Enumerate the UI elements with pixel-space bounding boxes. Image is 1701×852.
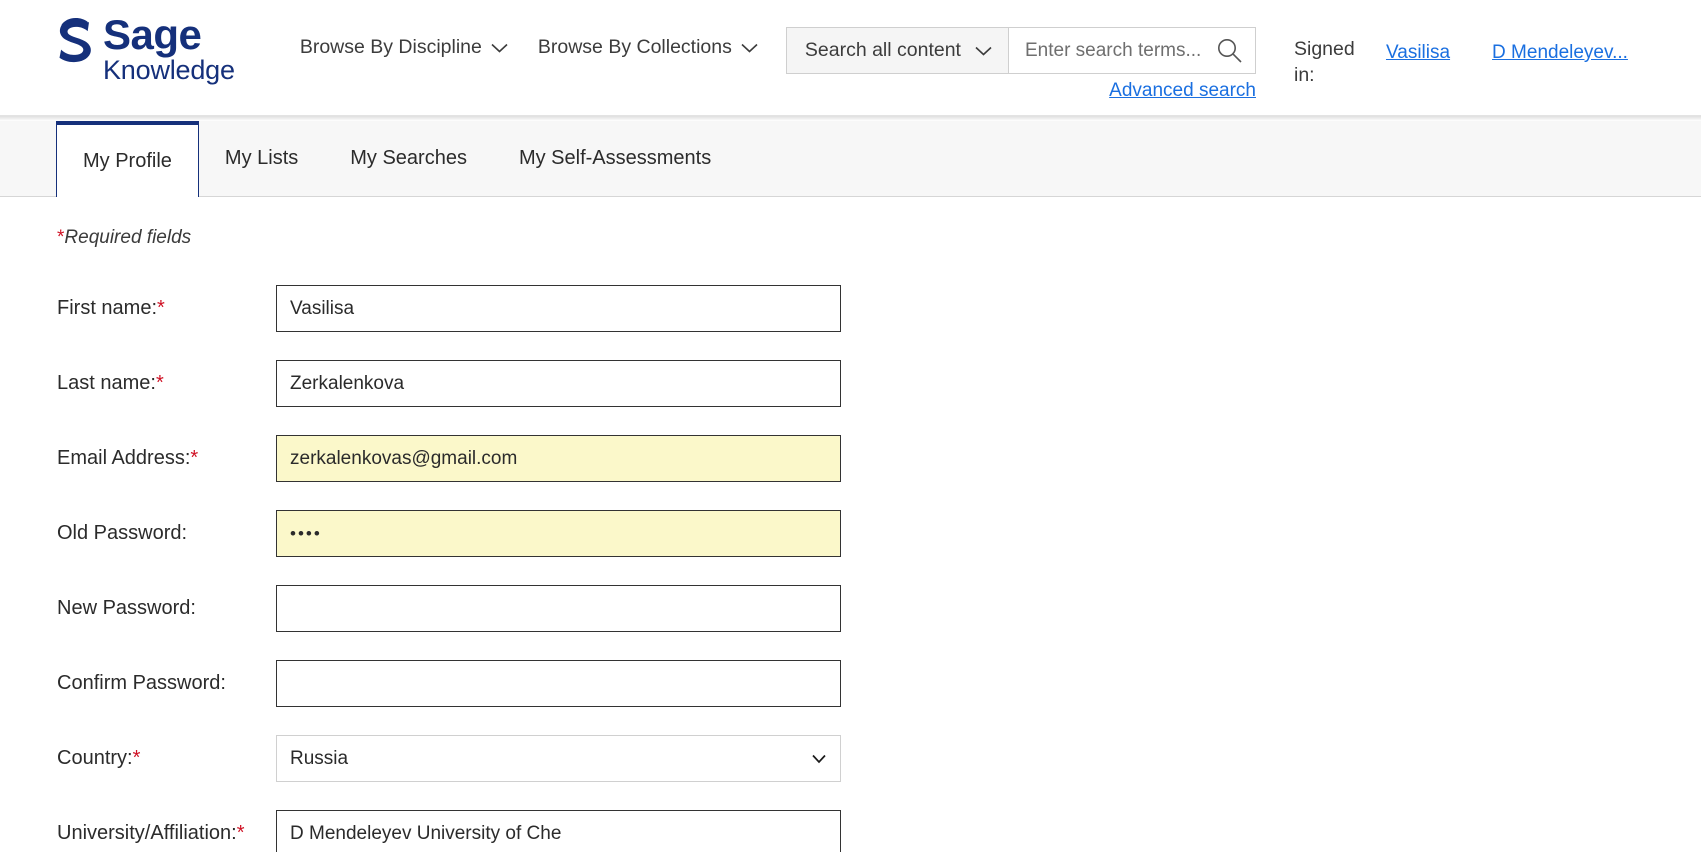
tab-my-self-assessments[interactable]: My Self-Assessments <box>493 121 737 196</box>
account-links: Vasilisa D Mendeleyev... <box>1386 42 1628 64</box>
first-name-input[interactable] <box>276 285 841 332</box>
chevron-down-icon <box>491 43 508 53</box>
form-row-last-name: Last name:* <box>0 346 1701 421</box>
label-last-name: Last name:* <box>0 372 276 395</box>
label-old-password-text: Old Password: <box>57 522 188 544</box>
country-select-value: Russia <box>290 747 349 769</box>
label-last-name-text: Last name: <box>57 372 156 394</box>
nav-browse-by-discipline-label: Browse By Discipline <box>299 36 482 58</box>
control-new-password <box>276 585 841 632</box>
control-email <box>276 435 841 482</box>
control-confirm-password <box>276 660 841 707</box>
required-fields-note: *Required fields <box>57 227 1701 249</box>
required-marker: * <box>132 747 141 769</box>
profile-content: *Required fields First name:* Last name:… <box>0 227 1701 852</box>
required-fields-text: Required fields <box>64 227 192 248</box>
tab-my-lists[interactable]: My Lists <box>199 121 324 196</box>
label-new-password-text: New Password: <box>57 597 196 619</box>
site-header: Sage Knowledge Browse By Discipline Brow… <box>0 0 1701 116</box>
tab-my-self-assessments-label: My Self-Assessments <box>518 147 712 169</box>
country-select[interactable]: Russia <box>276 735 841 782</box>
chevron-down-icon <box>975 46 992 56</box>
label-country-text: Country: <box>57 747 133 769</box>
nav-browse-by-discipline[interactable]: Browse By Discipline <box>300 36 508 59</box>
account-link-institution[interactable]: D Mendeleyev... <box>1492 42 1628 64</box>
control-last-name <box>276 360 841 407</box>
tab-my-searches[interactable]: My Searches <box>324 121 493 196</box>
required-marker: * <box>190 447 199 469</box>
label-email: Email Address:* <box>0 447 276 470</box>
search-scope-label: Search all content <box>804 39 961 61</box>
logo-text-sage: Sage <box>103 11 202 58</box>
nav-browse-by-collections[interactable]: Browse By Collections <box>538 36 758 59</box>
new-password-input[interactable] <box>276 585 841 632</box>
label-first-name-text: First name: <box>57 297 158 319</box>
last-name-input[interactable] <box>276 360 841 407</box>
profile-tabbar: My Profile My Lists My Searches My Self-… <box>0 121 1701 197</box>
sage-s-logo-icon <box>59 17 91 63</box>
form-row-email: Email Address:* <box>0 421 1701 496</box>
label-university: University/Affiliation:* <box>0 822 276 845</box>
search-icon[interactable] <box>1216 37 1243 64</box>
label-email-text: Email Address: <box>57 447 191 469</box>
form-row-university: University/Affiliation:* <box>0 796 1701 852</box>
label-first-name: First name:* <box>0 297 276 320</box>
search-row: Search all content <box>785 27 1256 74</box>
tab-my-lists-label: My Lists <box>224 147 299 169</box>
search-input[interactable] <box>1022 38 1203 63</box>
sage-knowledge-logo[interactable]: Sage Knowledge <box>56 14 235 84</box>
label-country: Country:* <box>0 747 276 770</box>
primary-nav: Browse By Discipline Browse By Collectio… <box>300 36 758 59</box>
label-confirm-password-text: Confirm Password: <box>57 672 226 694</box>
required-marker: * <box>157 297 165 319</box>
control-university <box>276 810 841 852</box>
profile-form: First name:* Last name:* Email Address:* <box>0 271 1701 852</box>
form-row-old-password: Old Password: <box>0 496 1701 571</box>
search-scope-dropdown[interactable]: Search all content <box>785 27 1009 74</box>
tab-my-profile[interactable]: My Profile <box>56 121 199 197</box>
signed-in-label: Signed in: <box>1293 38 1355 87</box>
confirm-password-input[interactable] <box>276 660 841 707</box>
chevron-down-icon <box>741 43 758 53</box>
form-row-first-name: First name:* <box>0 271 1701 346</box>
account-link-user[interactable]: Vasilisa <box>1386 42 1450 64</box>
tab-my-searches-label: My Searches <box>350 147 467 169</box>
tab-my-profile-label: My Profile <box>83 149 172 172</box>
label-old-password: Old Password: <box>0 522 276 545</box>
control-old-password <box>276 510 841 557</box>
chevron-down-icon <box>812 754 826 763</box>
search-input-wrapper <box>1008 27 1256 74</box>
logo-text-knowledge: Knowledge <box>103 55 235 85</box>
advanced-search-link[interactable]: Advanced search <box>1109 80 1256 102</box>
control-country: Russia <box>276 735 841 782</box>
search-area: Search all content Advanced search <box>785 27 1256 102</box>
form-row-confirm-password: Confirm Password: <box>0 646 1701 721</box>
form-row-country: Country:* Russia <box>0 721 1701 796</box>
label-confirm-password: Confirm Password: <box>0 672 276 695</box>
email-input[interactable] <box>276 435 841 482</box>
old-password-input[interactable] <box>276 510 841 557</box>
label-university-text: University/Affiliation: <box>57 822 237 844</box>
required-marker: * <box>236 822 245 844</box>
logo-wordmark: Sage Knowledge <box>103 14 235 84</box>
required-marker: * <box>155 372 164 394</box>
label-new-password: New Password: <box>0 597 276 620</box>
nav-browse-by-collections-label: Browse By Collections <box>537 36 732 58</box>
university-input[interactable] <box>276 810 841 852</box>
form-row-new-password: New Password: <box>0 571 1701 646</box>
control-first-name <box>276 285 841 332</box>
